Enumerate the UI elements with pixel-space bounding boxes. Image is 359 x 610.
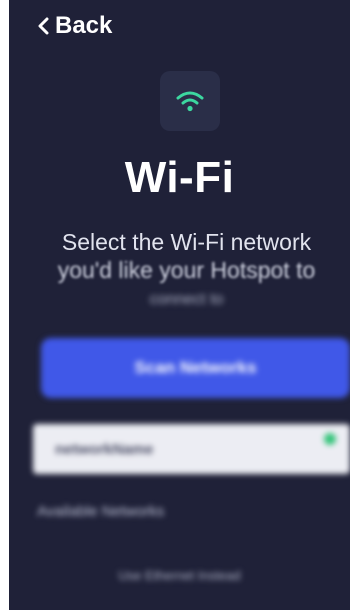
page-subtitle: Select the Wi-Fi network you'd like your…: [27, 228, 346, 314]
network-field[interactable]: networkName: [33, 424, 350, 474]
back-button[interactable]: Back: [37, 12, 112, 40]
subtitle-line: connect to: [149, 291, 224, 308]
network-name-value: networkName: [55, 440, 154, 458]
available-networks-heading: Available Networks: [37, 503, 165, 520]
scan-networks-button[interactable]: Scan Networks: [41, 338, 350, 398]
use-ethernet-link[interactable]: Use Ethernet Instead: [9, 568, 350, 583]
status-dot: [324, 433, 336, 445]
chevron-left-icon: [38, 17, 49, 35]
wifi-icon: [176, 91, 204, 112]
wifi-icon-tile: [160, 71, 220, 131]
subtitle-line: you'd like your Hotspot to: [57, 257, 316, 283]
back-label: Back: [55, 12, 113, 39]
subtitle-line: Select the Wi-Fi network: [61, 229, 312, 255]
phone-screen: Back Wi-Fi Select the Wi-Fi network you'…: [9, 0, 350, 610]
page-title: Wi-Fi: [124, 153, 235, 202]
